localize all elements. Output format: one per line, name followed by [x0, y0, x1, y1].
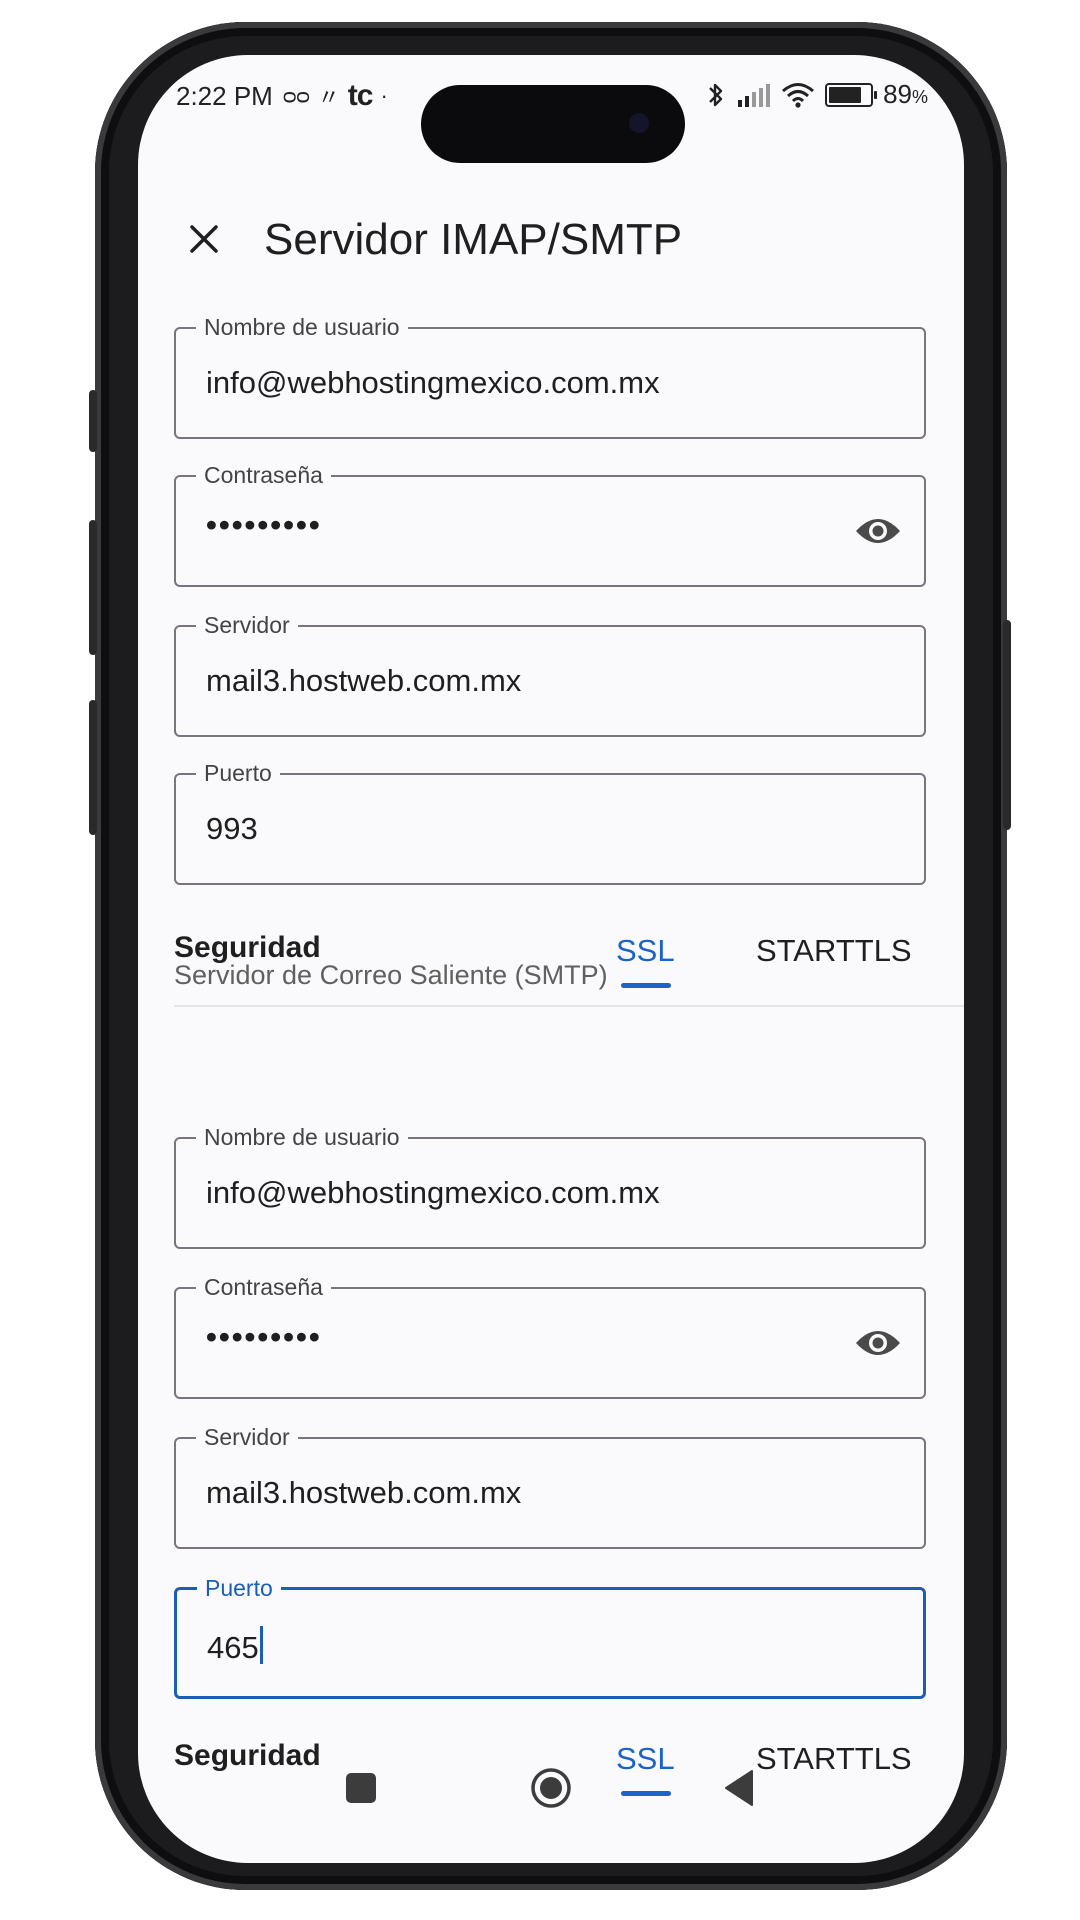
outgoing-section-title: Servidor de Correo Saliente (SMTP) — [174, 960, 608, 990]
close-icon[interactable] — [178, 213, 230, 265]
field-label: Servidor — [196, 1423, 298, 1451]
outgoing-server-field[interactable]: Servidor mail3.hostweb.com.mx — [174, 1423, 926, 1549]
divider — [174, 1005, 964, 1007]
tab-indicator — [621, 983, 671, 988]
text-caret — [259, 1626, 263, 1664]
eye-icon[interactable] — [854, 511, 902, 551]
voicemail-icon: ᴑᴑ — [283, 83, 310, 108]
tab-ssl[interactable]: SSL — [616, 933, 675, 969]
field-value: info@webhostingmexico.com.mx — [206, 365, 660, 400]
field-label: Nombre de usuario — [196, 313, 408, 341]
field-label: Servidor — [196, 611, 298, 639]
field-value: mail3.hostweb.com.mx — [206, 663, 522, 698]
field-value: info@webhostingmexico.com.mx — [206, 1175, 660, 1210]
back-icon[interactable] — [722, 1769, 756, 1807]
incoming-username-field[interactable]: Nombre de usuario info@webhostingmexico.… — [174, 313, 926, 439]
page-title: Servidor IMAP/SMTP — [264, 215, 683, 264]
dynamic-island — [421, 85, 685, 163]
incoming-password-field[interactable]: Contraseña ••••••••• — [174, 461, 926, 587]
outgoing-username-field[interactable]: Nombre de usuario info@webhostingmexico.… — [174, 1123, 926, 1249]
carrier-logo: tc — [347, 79, 374, 112]
field-value: 993 — [206, 811, 258, 846]
field-label: Puerto — [196, 759, 280, 787]
field-value: mail3.hostweb.com.mx — [206, 1475, 522, 1510]
incoming-port-field[interactable]: Puerto 993 — [174, 759, 926, 885]
phone-volume-up-button — [89, 520, 97, 655]
tab-starttls[interactable]: STARTTLS — [756, 933, 912, 969]
field-value: ••••••••• — [206, 507, 322, 542]
bluetooth-icon — [709, 83, 723, 106]
outgoing-port-field[interactable]: Puerto 465 — [174, 1574, 926, 1699]
home-icon[interactable] — [530, 1767, 572, 1809]
battery-fill — [829, 86, 862, 103]
battery-icon — [825, 82, 878, 107]
field-label: Contraseña — [196, 461, 331, 489]
eye-icon[interactable] — [854, 1323, 902, 1363]
outgoing-password-field[interactable]: Contraseña ••••••••• — [174, 1273, 926, 1399]
field-value: 465 — [207, 1626, 263, 1666]
incoming-server-field[interactable]: Servidor mail3.hostweb.com.mx — [174, 611, 926, 737]
screen: 2:22 PM ᴑᴑ 〃 tc · 89% Servidor IMAP/SMTP… — [138, 55, 964, 1863]
status-right-icons: 89% — [705, 79, 928, 110]
field-label: Contraseña — [196, 1273, 331, 1301]
signal-icon — [738, 83, 771, 107]
field-value: ••••••••• — [206, 1319, 322, 1354]
recents-icon[interactable] — [346, 1773, 376, 1803]
battery-percent: 89% — [883, 79, 928, 109]
dot-icon: · — [380, 83, 388, 108]
field-label: Puerto — [197, 1574, 281, 1602]
system-navigation-bar — [138, 1755, 964, 1855]
phone-volume-down-button — [89, 700, 97, 835]
status-left-icons: ᴑᴑ 〃 tc · — [283, 79, 388, 113]
brand-icon: 〃 — [317, 85, 340, 110]
field-label: Nombre de usuario — [196, 1123, 408, 1151]
status-time: 2:22 PM — [176, 81, 273, 111]
app-bar: Servidor IMAP/SMTP — [138, 195, 964, 285]
wifi-icon — [782, 82, 815, 108]
front-camera — [629, 113, 649, 133]
phone-power-button — [1003, 620, 1011, 830]
phone-action-button — [89, 390, 97, 452]
